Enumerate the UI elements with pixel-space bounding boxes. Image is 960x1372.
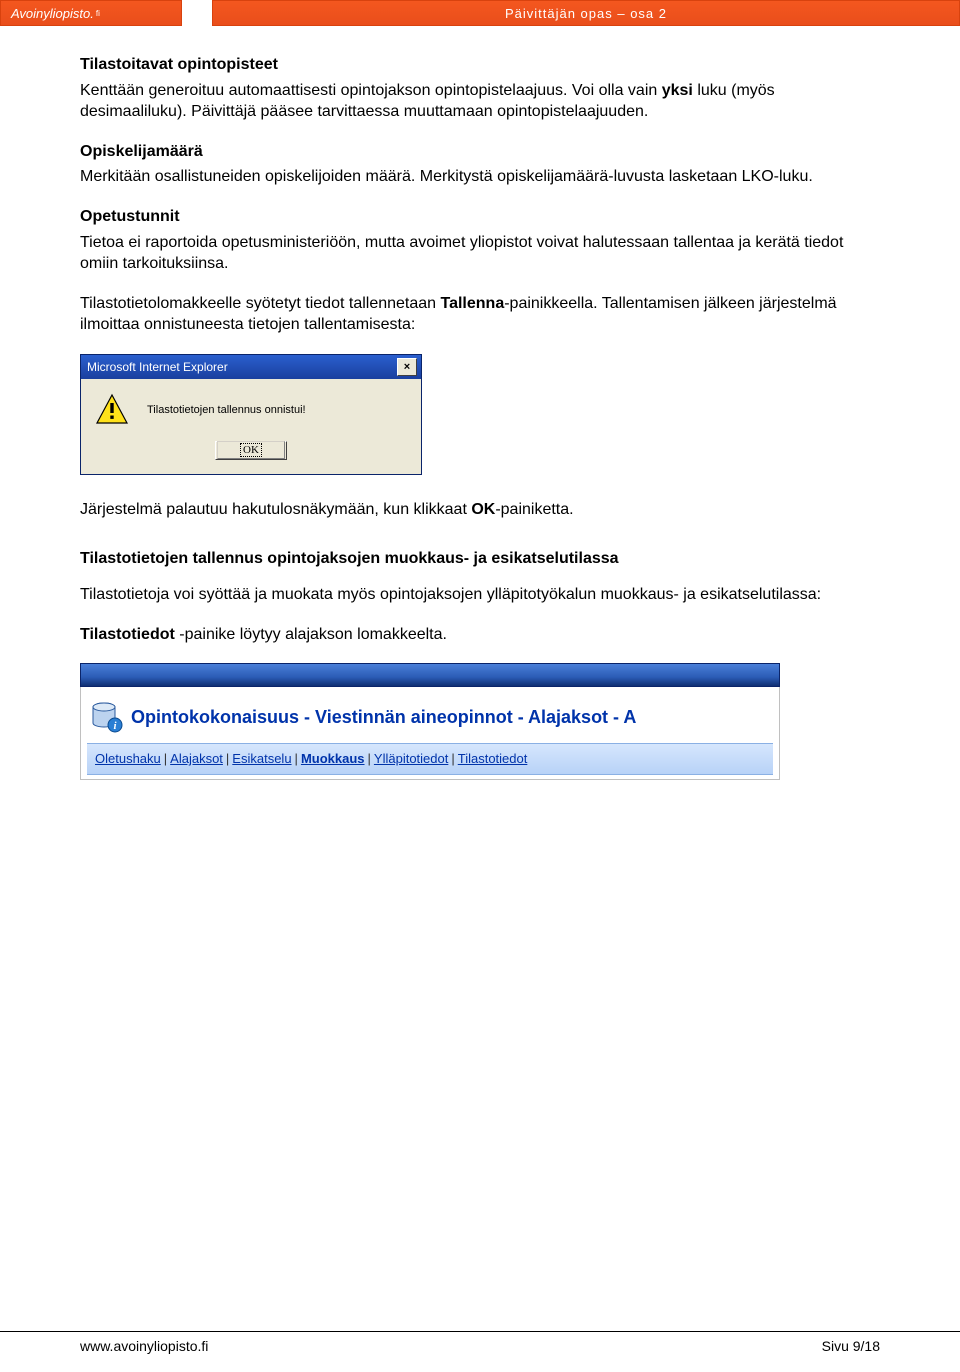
text-opetustunnit: Tietoa ei raportoida opetusministeriöön,… [80, 232, 880, 275]
alert-dialog: Microsoft Internet Explorer × Tilastotie… [80, 354, 422, 475]
database-icon: i [89, 701, 123, 733]
logo: Avoinyliopisto.fi [0, 0, 182, 26]
section-opetustunnit: Opetustunnit Tietoa ei raportoida opetus… [80, 206, 880, 275]
section-tilastotiedot: Tilastotiedot -painike löytyy alajakson … [80, 624, 880, 646]
nav-body: i Opintokokonaisuus - Viestinnän aineopi… [80, 687, 780, 780]
footer-left: www.avoinyliopisto.fi [80, 1338, 208, 1354]
section-tallenna: Tilastotietolomakkeelle syötetyt tiedot … [80, 293, 880, 336]
header-gap [182, 0, 212, 26]
tab-alajaksot[interactable]: Alajaksot [170, 751, 223, 766]
tab-esikatselu[interactable]: Esikatselu [232, 751, 291, 766]
tab-muokkaus[interactable]: Muokkaus [301, 751, 365, 766]
section-opiskelijamaara: Opiskelijamäärä Merkitään osallistuneide… [80, 141, 880, 188]
breadcrumb-text: Opintokokonaisuus - Viestinnän aineopinn… [131, 705, 636, 729]
section-tilastoitavat: Tilastoitavat opintopisteet Kenttään gen… [80, 54, 880, 123]
ok-button[interactable]: OK [215, 441, 287, 460]
page-footer: www.avoinyliopisto.fi Sivu 9/18 [0, 1331, 960, 1354]
section-tilastotietojen: Tilastotietojen tallennus opintojaksojen… [80, 548, 880, 605]
heading-tilastoitavat: Tilastoitavat opintopisteet [80, 54, 880, 76]
tab-oletushaku[interactable]: Oletushaku [95, 751, 161, 766]
text-opiskelijamaara: Merkitään osallistuneiden opiskelijoiden… [80, 166, 880, 188]
text-tilastoitavat: Kenttään generoituu automaattisesti opin… [80, 80, 880, 123]
logo-superscript: fi [96, 9, 100, 18]
nav-tabs: Oletushaku|Alajaksot|Esikatselu|Muokkaus… [87, 743, 773, 775]
heading-tilastotietojen: Tilastotietojen tallennus opintojaksojen… [80, 548, 880, 570]
dialog-titlebar: Microsoft Internet Explorer × [81, 355, 421, 379]
footer-right: Sivu 9/18 [822, 1338, 880, 1354]
text-tallenna: Tilastotietolomakkeelle syötetyt tiedot … [80, 293, 880, 336]
logo-text: Avoinyliopisto. [11, 6, 94, 21]
tab-yllapitotiedot[interactable]: Ylläpitotiedot [374, 751, 448, 766]
page-header: Avoinyliopisto.fi Päivittäjän opas – osa… [0, 0, 960, 26]
breadcrumb: i Opintokokonaisuus - Viestinnän aineopi… [87, 693, 773, 743]
text-ok-return: Järjestelmä palautuu hakutulosnäkymään, … [80, 499, 880, 521]
section-ok-return: Järjestelmä palautuu hakutulosnäkymään, … [80, 499, 880, 521]
nav-toolbar [80, 663, 780, 687]
dialog-message: Tilastotietojen tallennus onnistui! [147, 403, 306, 418]
document-body: Tilastoitavat opintopisteet Kenttään gen… [0, 26, 960, 780]
close-icon[interactable]: × [397, 358, 417, 376]
text-tilastotiedot: Tilastotiedot -painike löytyy alajakson … [80, 624, 880, 646]
dialog-title: Microsoft Internet Explorer [87, 359, 228, 375]
warning-icon [95, 393, 129, 427]
header-title: Päivittäjän opas – osa 2 [212, 0, 960, 26]
tab-tilastotiedot[interactable]: Tilastotiedot [458, 751, 528, 766]
text-tilastotietojen: Tilastotietoja voi syöttää ja muokata my… [80, 584, 880, 606]
heading-opetustunnit: Opetustunnit [80, 206, 880, 228]
heading-opiskelijamaara: Opiskelijamäärä [80, 141, 880, 163]
nav-screenshot: i Opintokokonaisuus - Viestinnän aineopi… [80, 663, 780, 780]
